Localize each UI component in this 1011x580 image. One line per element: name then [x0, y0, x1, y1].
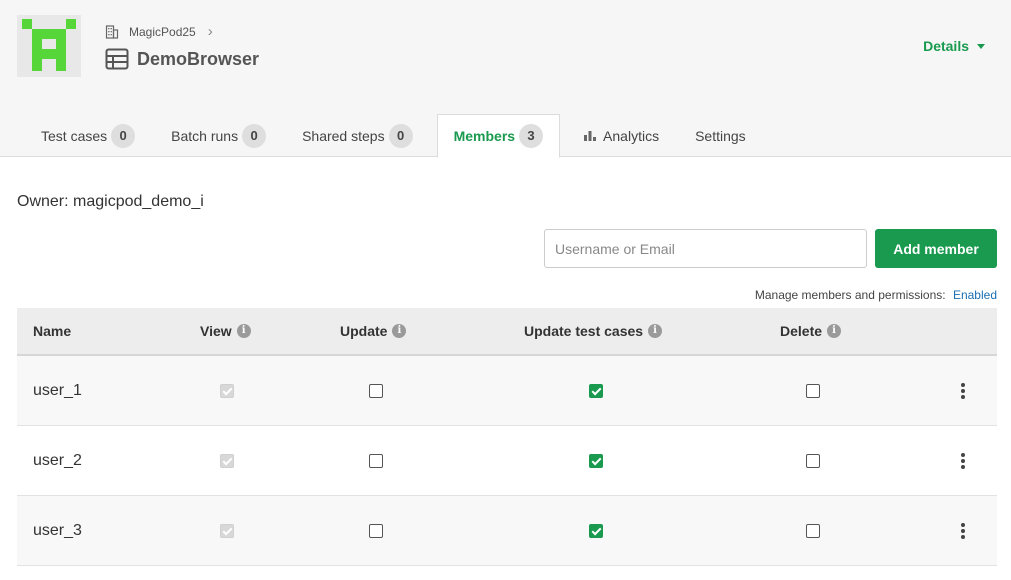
update-test-cases-cell — [589, 356, 603, 426]
manage-permissions-row: Manage members and permissions: Enabled — [755, 288, 997, 302]
row-actions-cell — [955, 356, 971, 426]
update-cell — [369, 496, 383, 566]
manage-permissions-status-link[interactable]: Enabled — [953, 288, 997, 302]
view-checkbox — [220, 384, 234, 398]
column-header-label: View — [200, 323, 232, 339]
kebab-menu-icon[interactable] — [955, 381, 971, 401]
update-test-cases-checkbox[interactable] — [589, 524, 603, 538]
count-badge: 3 — [519, 124, 544, 148]
tab-test-cases[interactable]: Test cases 0 — [17, 114, 147, 157]
column-header-label: Name — [33, 323, 72, 339]
column-header-label: Update — [340, 323, 388, 339]
project-title-row: DemoBrowser — [105, 48, 259, 70]
column-header-label: Update test cases — [524, 323, 644, 339]
update-test-cases-cell — [589, 426, 603, 496]
info-icon[interactable]: i — [392, 324, 407, 338]
row-actions-cell — [955, 496, 971, 566]
count-badge: 0 — [388, 123, 413, 148]
column-header-name: Name — [33, 308, 71, 354]
tab-settings[interactable]: Settings — [671, 114, 758, 157]
view-checkbox — [220, 454, 234, 468]
kebab-menu-icon[interactable] — [955, 451, 971, 471]
update-checkbox[interactable] — [369, 524, 383, 538]
bar-chart-icon — [584, 131, 597, 141]
column-header-update-test-cases: Update test cases i — [524, 308, 663, 354]
update-test-cases-cell — [589, 496, 603, 566]
table-header: Name View i Update i Update test cases i… — [17, 308, 997, 356]
delete-checkbox[interactable] — [806, 384, 820, 398]
view-cell — [220, 496, 234, 566]
info-icon[interactable]: i — [236, 324, 251, 338]
table-row: user_3 — [17, 496, 997, 566]
kebab-menu-icon[interactable] — [955, 521, 971, 541]
tab-bar: Test cases 0 Batch runs 0 Shared steps 0… — [17, 114, 758, 158]
owner-label: Owner: magicpod_demo_i — [17, 193, 204, 210]
username-cell: user_3 — [33, 522, 82, 539]
update-test-cases-checkbox[interactable] — [589, 454, 603, 468]
column-header-delete: Delete i — [780, 308, 842, 354]
tab-label: Shared steps — [302, 127, 385, 144]
details-label: Details — [923, 38, 969, 54]
delete-cell — [806, 496, 820, 566]
members-table: Name View i Update i Update test cases i… — [17, 308, 997, 566]
magicpod-logo-icon — [22, 19, 76, 71]
tab-label: Members — [453, 128, 516, 144]
project-logo — [17, 15, 81, 77]
update-cell — [369, 356, 383, 426]
delete-cell — [806, 426, 820, 496]
building-icon — [105, 25, 119, 39]
delete-checkbox[interactable] — [806, 454, 820, 468]
table-body: user_1 user_2 user_3 — [17, 356, 997, 566]
tab-label: Analytics — [603, 127, 660, 144]
username-cell: user_2 — [33, 452, 82, 469]
view-cell — [220, 356, 234, 426]
row-actions-cell — [955, 426, 971, 496]
tab-shared-steps[interactable]: Shared steps 0 — [278, 114, 425, 157]
delete-cell — [806, 356, 820, 426]
caret-down-icon — [977, 43, 985, 49]
view-cell — [220, 426, 234, 496]
column-header-label: Delete — [780, 323, 823, 339]
delete-checkbox[interactable] — [806, 524, 820, 538]
count-badge: 0 — [242, 123, 267, 148]
breadcrumb-org-link[interactable]: MagicPod25 — [129, 25, 196, 39]
info-icon[interactable]: i — [827, 324, 842, 338]
tab-label: Test cases — [41, 127, 108, 144]
username-cell: user_1 — [33, 382, 82, 399]
info-icon[interactable]: i — [648, 324, 663, 338]
details-dropdown[interactable]: Details — [923, 38, 985, 54]
table-row: user_2 — [17, 426, 997, 496]
tab-batch-runs[interactable]: Batch runs 0 — [147, 114, 278, 157]
table-row: user_1 — [17, 356, 997, 426]
column-header-view: View i — [200, 308, 251, 354]
update-checkbox[interactable] — [369, 384, 383, 398]
table-list-icon — [105, 48, 129, 70]
tab-members[interactable]: Members 3 — [436, 114, 561, 158]
manage-permissions-label: Manage members and permissions: — [754, 288, 946, 302]
tab-analytics[interactable]: Analytics — [560, 114, 671, 157]
breadcrumb: MagicPod25 › — [105, 24, 213, 40]
column-header-update: Update i — [340, 308, 407, 354]
tab-label: Batch runs — [171, 127, 239, 144]
count-badge: 0 — [111, 123, 136, 148]
tab-label: Settings — [695, 127, 746, 144]
chevron-right-icon: › — [207, 23, 213, 40]
page-title: DemoBrowser — [137, 48, 260, 69]
add-member-button[interactable]: Add member — [875, 229, 997, 268]
view-checkbox — [220, 524, 234, 538]
update-cell — [369, 426, 383, 496]
member-search-input[interactable] — [544, 229, 867, 268]
project-header: MagicPod25 › DemoBrowser Details Test ca… — [0, 0, 1011, 158]
update-checkbox[interactable] — [369, 454, 383, 468]
update-test-cases-checkbox[interactable] — [589, 384, 603, 398]
